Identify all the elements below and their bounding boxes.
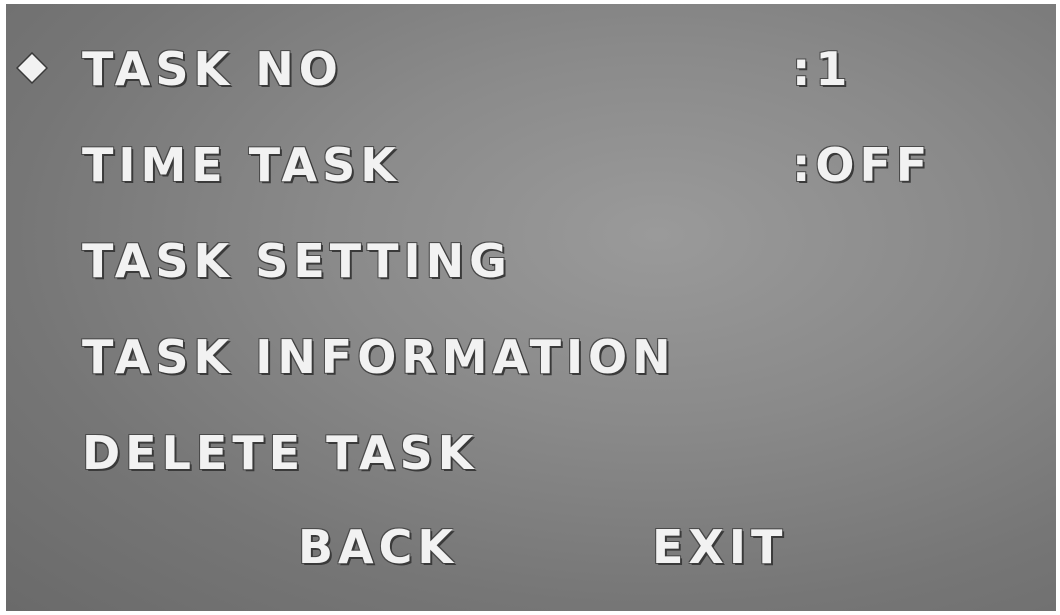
menu-item-value: :OFF [792,138,933,192]
osd-screen: TASK NO :1 TIME TASK :OFF TASK SETTING T… [6,4,1056,611]
menu-item-label: TIME TASK [82,138,401,192]
menu-item-label: DELETE TASK [82,426,479,480]
menu-item-task-information[interactable]: TASK INFORMATION [6,322,1056,392]
menu-item-label: TASK INFORMATION [82,330,676,384]
menu-item-delete-task[interactable]: DELETE TASK [6,418,1056,488]
diamond-icon [16,52,48,84]
menu-item-value: :1 [792,42,853,96]
menu-item-time-task[interactable]: TIME TASK :OFF [6,130,1056,200]
menu-item-label: TASK SETTING [82,234,512,288]
back-button[interactable]: BACK [298,524,458,584]
menu-item-label: TASK NO [82,42,343,96]
exit-button[interactable]: EXIT [652,524,787,584]
menu-item-task-setting[interactable]: TASK SETTING [6,226,1056,296]
menu-item-task-no[interactable]: TASK NO :1 [6,34,1056,104]
